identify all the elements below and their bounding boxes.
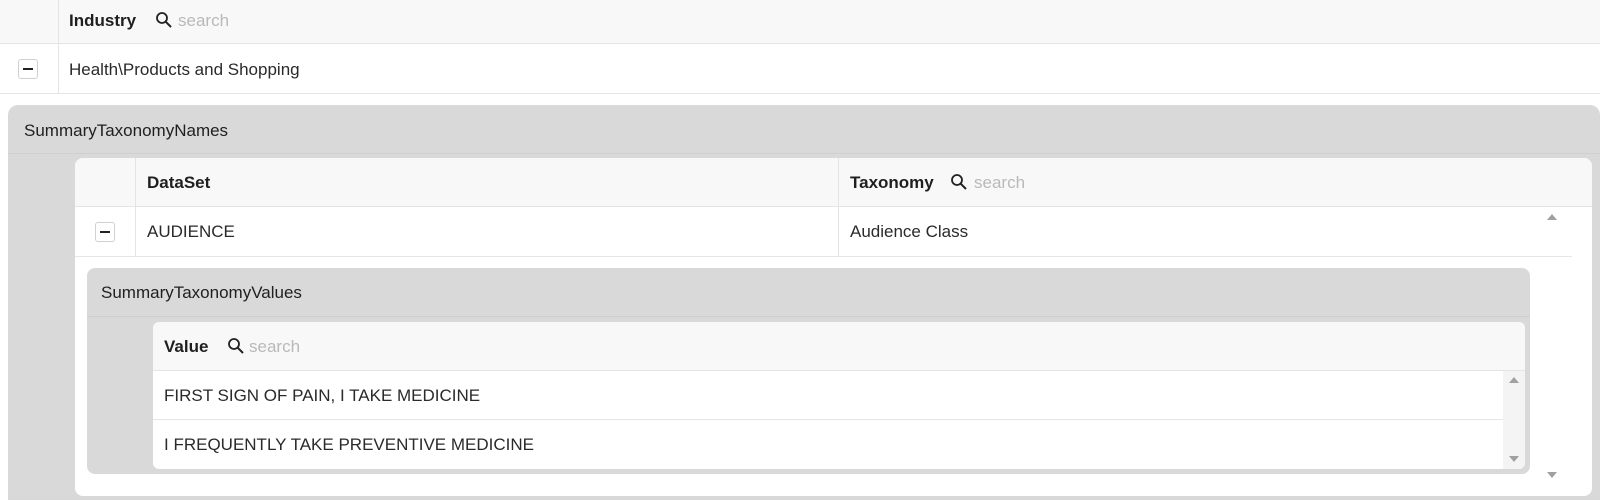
- table-row[interactable]: FIRST SIGN OF PAIN, I TAKE MEDICINE: [153, 371, 1503, 420]
- summary-taxonomy-values-grid: Value search FIRST SIGN OF PAIN, I TAKE …: [153, 322, 1525, 469]
- collapse-icon[interactable]: [18, 59, 38, 79]
- taxonomy-search-input[interactable]: search: [974, 173, 1025, 193]
- divider: [838, 158, 839, 207]
- taxonomy-column-header[interactable]: Taxonomy: [850, 173, 934, 193]
- panel-title: SummaryTaxonomyNames: [24, 121, 229, 140]
- industry-column-header[interactable]: Industry: [69, 11, 136, 31]
- divider: [135, 207, 136, 256]
- value-search-input[interactable]: search: [249, 337, 300, 357]
- table-row[interactable]: I FREQUENTLY TAKE PREVENTIVE MEDICINE: [153, 420, 1503, 469]
- scroll-down-icon[interactable]: [1509, 456, 1519, 462]
- panel-title-bar: [8, 105, 1600, 154]
- panel-title-bar: [87, 268, 1530, 317]
- search-icon[interactable]: [227, 337, 245, 355]
- industry-search-input[interactable]: search: [178, 11, 229, 31]
- value-cell: FIRST SIGN OF PAIN, I TAKE MEDICINE: [164, 386, 481, 405]
- search-icon[interactable]: [155, 11, 173, 29]
- search-icon[interactable]: [950, 173, 968, 191]
- value-cell: I FREQUENTLY TAKE PREVENTIVE MEDICINE: [164, 435, 534, 454]
- scroll-up-icon[interactable]: [1509, 377, 1519, 383]
- industry-value: Health\Products and Shopping: [69, 60, 300, 79]
- table-row[interactable]: AUDIENCE Audience Class: [75, 207, 1572, 257]
- industry-grid-header: Industry search: [0, 0, 1600, 44]
- value-column-header[interactable]: Value: [164, 337, 208, 357]
- grid-header: DataSet Taxonomy search: [75, 158, 1592, 207]
- expander-column-header: [0, 0, 59, 43]
- scroll-up-icon[interactable]: [1547, 214, 1557, 220]
- industry-row[interactable]: Health\Products and Shopping: [0, 44, 1600, 94]
- taxonomy-cell: Audience Class: [850, 222, 969, 241]
- scrollbar[interactable]: [1503, 371, 1525, 469]
- divider: [838, 207, 839, 256]
- divider: [135, 158, 136, 207]
- scroll-down-icon[interactable]: [1547, 472, 1557, 478]
- dataset-column-header[interactable]: DataSet: [147, 173, 210, 193]
- panel-title: SummaryTaxonomyValues: [101, 283, 302, 302]
- collapse-icon[interactable]: [95, 222, 115, 242]
- grid-header: Value search: [153, 322, 1525, 371]
- dataset-cell: AUDIENCE: [147, 222, 235, 241]
